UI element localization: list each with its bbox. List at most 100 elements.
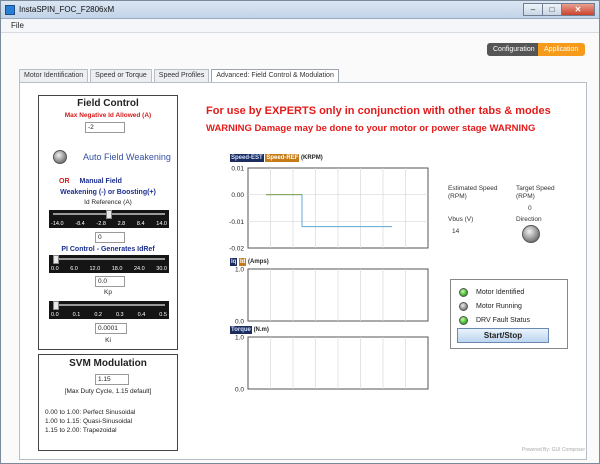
kp-slider[interactable]: 0.0 6.0 12.0 18.0 24.0 30.0 xyxy=(49,255,169,273)
max-neg-id-input[interactable]: -2 xyxy=(85,122,125,133)
status-motor-running: Motor Running xyxy=(459,301,522,311)
tick-label: 0.4 xyxy=(137,312,146,318)
slider-thumb[interactable] xyxy=(53,301,60,310)
y-tick-label: 0.01 xyxy=(231,166,244,173)
slider-ticks: -14.0 -8.4 -2.8 2.8 8.4 14.0 xyxy=(49,220,169,228)
current-chart: 1.0 0.0 xyxy=(235,267,429,325)
id-reference-label: Id Reference (A) xyxy=(84,199,132,206)
tab-panel: Field Control Max Negative Id Allowed (A… xyxy=(19,82,587,460)
legend-iq: Iq xyxy=(230,258,238,266)
motor-status-panel: Motor Identified Motor Running DRV Fault… xyxy=(450,279,568,349)
tick-label: -14.0 xyxy=(51,221,64,227)
auto-field-weakening-label: Auto Field Weakening xyxy=(83,152,171,162)
target-speed-text: Target Speed xyxy=(516,185,555,192)
title-bar[interactable]: InstaSPIN_FOC_F2806xM – □ ✕ xyxy=(1,1,599,19)
damage-warning: WARNING Damage may be done to your motor… xyxy=(206,123,536,134)
field-control-panel: Field Control Max Negative Id Allowed (A… xyxy=(38,95,178,350)
torque-chart: 1.0 0.0 xyxy=(235,335,429,393)
y-tick-label: 0.00 xyxy=(231,192,244,199)
powered-by-note: Powered By: GUI Composer xyxy=(521,447,585,453)
svm-mode: 1.00 to 1.15: Quasi-Sinusoidal xyxy=(45,418,133,425)
close-button[interactable]: ✕ xyxy=(561,3,595,16)
slider-ticks: 0.0 0.1 0.2 0.3 0.4 0.5 xyxy=(49,311,169,319)
app-icon xyxy=(5,5,15,15)
window-title: InstaSPIN_FOC_F2806xM xyxy=(19,5,115,14)
menu-file[interactable]: File xyxy=(11,21,24,30)
manual-field-label: Manual Field xyxy=(79,178,122,185)
or-label: OR xyxy=(59,178,70,185)
kp-label: Kp xyxy=(104,289,112,296)
direction-toggle[interactable] xyxy=(522,225,540,243)
pi-control-label: PI Control - Generates IdRef xyxy=(61,246,155,253)
motor-running-label: Motor Running xyxy=(476,302,522,310)
svm-mode: 0.00 to 1.00: Perfect Sinusoidal xyxy=(45,409,136,416)
minimize-button[interactable]: – xyxy=(523,3,543,16)
tick-label: -2.8 xyxy=(96,221,106,227)
current-chart-unit: (Amps) xyxy=(248,259,269,265)
drv-fault-led xyxy=(459,315,468,325)
tick-label: -8.4 xyxy=(75,221,85,227)
legend-speed-est: Speed-EST xyxy=(230,154,264,162)
y-tick-label: -0.02 xyxy=(229,246,244,252)
auto-field-weakening-toggle[interactable] xyxy=(53,150,67,164)
id-reference-slider[interactable]: -14.0 -8.4 -2.8 2.8 8.4 14.0 xyxy=(49,210,169,228)
y-tick-label: 0.0 xyxy=(235,387,244,393)
current-chart-legend: Iq Id (Amps) xyxy=(230,258,269,266)
tab-speed-profiles[interactable]: Speed Profiles xyxy=(153,69,210,82)
vbus-value: 14 xyxy=(452,228,460,235)
svm-title: SVM Modulation xyxy=(69,358,147,369)
svm-modulation-panel: SVM Modulation 1.15 [Max Duty Cycle, 1.1… xyxy=(38,354,178,451)
tab-speed-or-torque[interactable]: Speed or Torque xyxy=(90,69,152,82)
tick-label: 0.0 xyxy=(51,312,59,318)
client-area: Configuration Application Motor Identifi… xyxy=(1,33,599,463)
vbus-label: Vbus (V) xyxy=(448,216,474,223)
tick-label: 24.0 xyxy=(134,266,145,272)
svm-input[interactable]: 1.15 xyxy=(95,374,129,385)
start-stop-button[interactable]: Start/Stop xyxy=(457,328,549,343)
tab-motor-identification[interactable]: Motor Identification xyxy=(19,69,89,82)
svm-mode: 1.15 to 2.00: Trapezoidal xyxy=(45,427,117,434)
target-speed-label: Target Speed (RPM) xyxy=(516,185,555,201)
motor-running-led xyxy=(459,301,468,311)
slider-track xyxy=(53,258,165,260)
slider-ticks: 0.0 6.0 12.0 18.0 24.0 30.0 xyxy=(49,265,169,273)
configuration-button[interactable]: Configuration xyxy=(487,43,538,56)
window-controls: – □ ✕ xyxy=(523,3,595,16)
tick-label: 0.3 xyxy=(115,312,124,318)
svm-mode-list: 0.00 to 1.00: Perfect Sinusoidal 1.00 to… xyxy=(45,408,135,435)
ki-input[interactable]: 0.0001 xyxy=(95,323,127,334)
ki-slider[interactable]: 0.0 0.1 0.2 0.3 0.4 0.5 xyxy=(49,301,169,319)
tick-label: 14.0 xyxy=(156,221,167,227)
legend-torque: Torque xyxy=(230,326,252,334)
ki-label: Ki xyxy=(105,337,111,344)
slider-thumb[interactable] xyxy=(53,255,59,264)
experts-warning: For use by EXPERTS only in conjunction w… xyxy=(206,105,551,117)
mode-toggle: Configuration Application xyxy=(487,43,585,56)
slider-track xyxy=(53,304,165,306)
y-tick-label: -0.01 xyxy=(229,219,244,226)
app-window: InstaSPIN_FOC_F2806xM – □ ✕ File Configu… xyxy=(0,0,600,464)
drv-fault-label: DRV Fault Status xyxy=(476,316,530,324)
slider-thumb[interactable] xyxy=(106,210,112,219)
svm-description: [Max Duty Cycle, 1.15 default] xyxy=(64,388,152,395)
manual-field-header: OR Manual Field xyxy=(59,178,122,185)
speed-chart-legend: Speed-EST Speed-REF (KRPM) xyxy=(230,154,323,162)
kp-input[interactable]: 0.0 xyxy=(95,276,125,287)
speed-chart-unit: (KRPM) xyxy=(301,155,323,161)
tick-label: 30.0 xyxy=(156,266,167,272)
tick-label: 8.4 xyxy=(136,221,145,227)
direction-label: Direction xyxy=(516,216,542,223)
tab-advanced-field-control[interactable]: Advanced: Field Control & Modulation xyxy=(211,69,339,83)
tick-label: 12.0 xyxy=(89,266,101,272)
legend-id: Id xyxy=(239,258,247,266)
id-reference-input[interactable]: 0 xyxy=(95,232,125,243)
legend-speed-ref: Speed-REF xyxy=(265,154,300,162)
status-drv-fault: DRV Fault Status xyxy=(459,315,530,325)
y-tick-label: 1.0 xyxy=(235,335,244,342)
speed-chart: 0.01 0.00 -0.01 -0.02 xyxy=(229,166,429,252)
y-tick-label: 0.0 xyxy=(235,319,244,325)
maximize-button[interactable]: □ xyxy=(542,3,562,16)
tick-label: 6.0 xyxy=(70,266,78,272)
application-button[interactable]: Application xyxy=(538,43,585,56)
tick-label: 0.2 xyxy=(94,312,102,318)
